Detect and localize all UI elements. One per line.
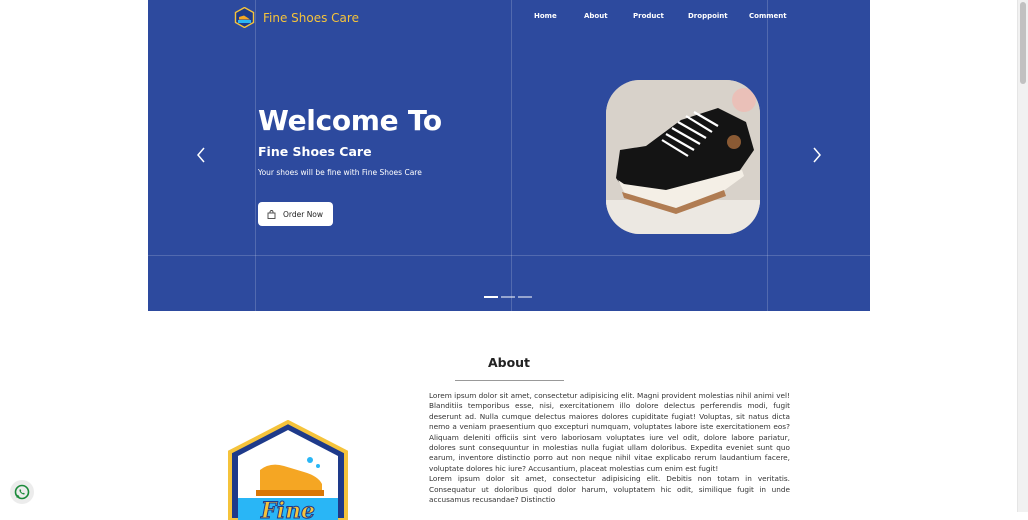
scrollbar-thumb[interactable] xyxy=(1020,2,1026,84)
page-scrollbar[interactable] xyxy=(1017,0,1028,512)
shoe-logo-icon xyxy=(234,7,255,28)
about-paragraph: Lorem ipsum dolor sit amet, consectetur … xyxy=(429,474,790,505)
carousel-indicators xyxy=(484,296,532,298)
order-now-button[interactable]: Order Now xyxy=(258,202,333,226)
hero-description: Your shoes will be fine with Fine Shoes … xyxy=(258,168,422,177)
shoe-photo xyxy=(606,80,760,234)
chevron-right-icon[interactable] xyxy=(810,146,824,164)
chevron-left-icon[interactable] xyxy=(194,146,208,164)
nav-about[interactable]: About xyxy=(584,12,608,20)
hero-title: Welcome To xyxy=(258,104,442,137)
brand-name: Fine Shoes Care xyxy=(263,10,359,25)
whatsapp-icon xyxy=(14,484,30,500)
grid-line xyxy=(255,0,256,311)
grid-line xyxy=(148,255,870,256)
carousel-dot[interactable] xyxy=(518,296,532,298)
about-paragraph: Lorem ipsum dolor sit amet, consectetur … xyxy=(429,391,790,473)
fine-shoes-logo: Fine xyxy=(228,420,348,520)
carousel-dot[interactable] xyxy=(501,296,515,298)
nav-product[interactable]: Product xyxy=(633,12,664,20)
svg-text:Fine: Fine xyxy=(260,498,315,520)
grid-line xyxy=(511,0,512,311)
brand[interactable]: Fine Shoes Care xyxy=(234,7,359,28)
whatsapp-button[interactable] xyxy=(10,480,34,504)
shoe-image xyxy=(606,80,760,234)
nav-comment[interactable]: Comment xyxy=(749,12,787,20)
about-text: Lorem ipsum dolor sit amet, consectetur … xyxy=(429,391,790,505)
hero-subtitle: Fine Shoes Care xyxy=(258,144,372,159)
about-title: About xyxy=(487,355,531,370)
grid-line xyxy=(767,0,768,311)
about-underline xyxy=(455,380,564,381)
nav-droppoint[interactable]: Droppoint xyxy=(688,12,728,20)
carousel-dot[interactable] xyxy=(484,296,498,298)
hero-banner: Fine Shoes Care Home About Product Dropp… xyxy=(148,0,870,311)
nav-home[interactable]: Home xyxy=(534,12,557,20)
shopping-bag-icon xyxy=(267,209,276,219)
order-now-label: Order Now xyxy=(283,209,324,219)
